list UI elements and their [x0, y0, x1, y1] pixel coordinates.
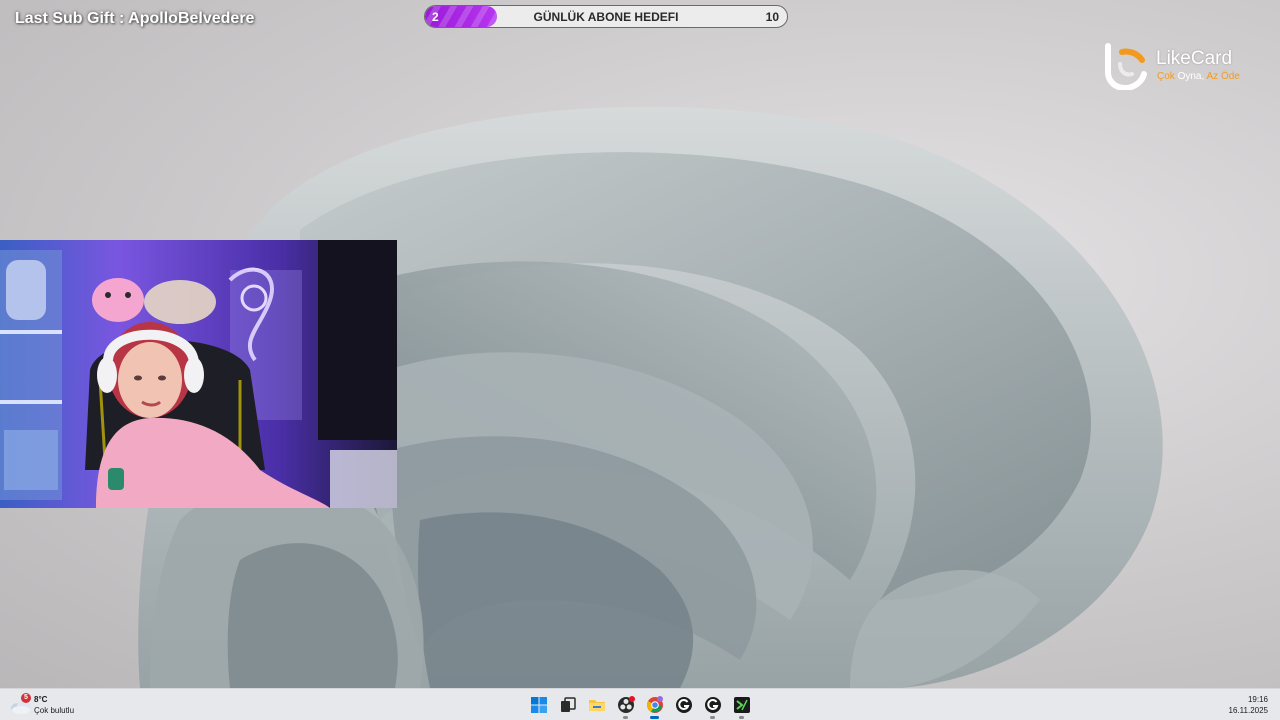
task-view-button[interactable]: [553, 689, 582, 720]
chrome-icon: [646, 696, 663, 713]
g-circle-icon: [675, 697, 692, 713]
taskbar: 5 8°C Çok bulutlu 19:16 16.11.2025: [0, 688, 1280, 720]
chrome-button[interactable]: [640, 689, 669, 720]
desktop-wallpaper: Last Sub Gift : ApolloBelvedere 2 GÜNLÜK…: [0, 0, 1280, 688]
system-clock[interactable]: 19:16 16.11.2025: [1229, 694, 1268, 716]
task-view-icon: [560, 697, 576, 712]
terminal-icon: [733, 697, 750, 713]
g-circle-icon: [704, 697, 721, 713]
windows-logo-icon: [530, 697, 547, 713]
folder-icon: [588, 700, 605, 711]
sub-goal-title: GÜNLÜK ABONE HEDEFI: [533, 10, 679, 24]
weather-condition: Çok bulutlu: [34, 706, 75, 715]
sub-goal-target: 10: [765, 10, 779, 24]
taskbar-pinned-apps: [524, 689, 756, 720]
terminal-app-button[interactable]: [727, 689, 756, 720]
clock-time: 19:16: [1247, 695, 1268, 704]
last-sub-gift-label: Last Sub Gift : ApolloBelvedere: [15, 10, 255, 27]
clock-date: 16.11.2025: [1228, 706, 1268, 715]
likecard-logo-icon: [1105, 43, 1147, 90]
weather-temperature: 8°C: [34, 695, 48, 704]
daily-sub-goal-bar: 2 GÜNLÜK ABONE HEDEFI 10: [424, 5, 788, 28]
weather-widget[interactable]: 5 8°C Çok bulutlu: [10, 693, 90, 719]
webcam-feed: [0, 240, 397, 508]
obs-icon: [617, 696, 635, 713]
weather-alert-badge: 5: [21, 693, 31, 703]
g-app-button-1[interactable]: [669, 689, 698, 720]
obs-button[interactable]: [611, 689, 640, 720]
start-button[interactable]: [524, 689, 553, 720]
file-explorer-button[interactable]: [582, 689, 611, 720]
webcam-scene: [0, 240, 397, 508]
likecard-tagline: Çok Oyna, Az Öde: [1157, 71, 1240, 82]
g-app-button-2[interactable]: [698, 689, 727, 720]
likecard-logo: LikeCard Çok Oyna, Az Öde: [1100, 42, 1260, 92]
likecard-brand-name: LikeCard: [1156, 48, 1233, 69]
